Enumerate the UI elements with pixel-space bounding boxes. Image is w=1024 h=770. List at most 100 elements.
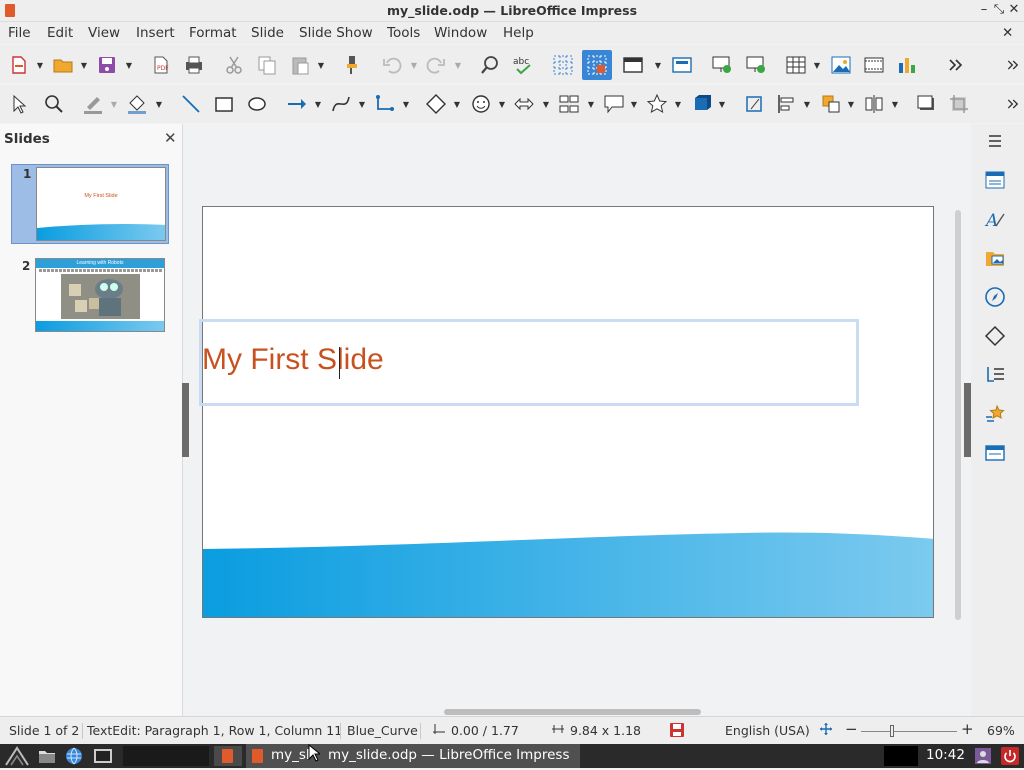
user-icon[interactable] xyxy=(974,747,992,769)
line-color-dropdown-icon[interactable]: ▼ xyxy=(110,91,118,117)
curves-dropdown-icon[interactable]: ▼ xyxy=(358,91,366,117)
horizontal-scrollbar[interactable] xyxy=(444,709,701,715)
save-icon[interactable] xyxy=(94,52,120,78)
distribute-dropdown-icon[interactable]: ▼ xyxy=(891,91,899,117)
align-objects-icon[interactable] xyxy=(774,91,800,117)
shapes-icon[interactable] xyxy=(983,324,1007,348)
start-from-first-icon[interactable] xyxy=(709,52,735,78)
zoom-slider-thumb[interactable] xyxy=(890,725,894,737)
open-dropdown-icon[interactable]: ▼ xyxy=(80,52,88,78)
display-views-icon[interactable] xyxy=(618,52,648,78)
insert-table-icon[interactable] xyxy=(783,52,809,78)
connectors-dropdown-icon[interactable]: ▼ xyxy=(402,91,410,117)
animation-icon[interactable] xyxy=(983,402,1007,426)
menu-help[interactable]: Help xyxy=(503,25,534,41)
sidebar-collapse-handle[interactable] xyxy=(964,383,971,457)
slides-panel-collapse-handle[interactable] xyxy=(182,383,189,457)
menu-format[interactable]: Format xyxy=(189,25,237,41)
flowchart-icon[interactable] xyxy=(556,91,582,117)
slide-1-canvas[interactable] xyxy=(202,206,934,618)
lines-arrows-dropdown-icon[interactable]: ▼ xyxy=(314,91,322,117)
arrange-icon[interactable] xyxy=(818,91,844,117)
start-menu-icon[interactable] xyxy=(4,746,30,770)
toolbar-overflow-icon[interactable] xyxy=(942,52,968,78)
export-pdf-icon[interactable]: PDF xyxy=(148,52,174,78)
master-slides-icon[interactable] xyxy=(983,441,1007,465)
terminal-icon[interactable] xyxy=(93,748,113,768)
file-manager-icon[interactable] xyxy=(38,748,56,768)
star-shapes-icon[interactable] xyxy=(644,91,670,117)
arrow-line-icon[interactable] xyxy=(284,91,310,117)
align-dropdown-icon[interactable]: ▼ xyxy=(803,91,811,117)
power-icon[interactable] xyxy=(1001,747,1019,769)
slides-panel-close-button[interactable]: ✕ xyxy=(164,129,177,147)
open-folder-icon[interactable] xyxy=(50,52,76,78)
distribute-icon[interactable] xyxy=(861,91,887,117)
redo-icon[interactable] xyxy=(423,52,449,78)
slide-title-text[interactable]: My First Slide xyxy=(202,343,384,377)
menu-tools[interactable]: Tools xyxy=(387,25,420,41)
impress-taskbar-icon[interactable] xyxy=(214,746,242,766)
clone-formatting-icon[interactable] xyxy=(339,52,365,78)
helplines-icon[interactable] xyxy=(582,50,612,80)
zoom-in-button[interactable]: + xyxy=(961,720,974,738)
active-task-button[interactable]: my_sl my_slide.odp — LibreOffice Impress xyxy=(246,744,580,768)
insert-media-icon[interactable] xyxy=(861,52,887,78)
transformations-icon[interactable] xyxy=(741,91,767,117)
menu-slide-show[interactable]: Slide Show xyxy=(299,25,373,41)
cut-icon[interactable] xyxy=(221,52,247,78)
menu-insert[interactable]: Insert xyxy=(136,25,175,41)
menu-view[interactable]: View xyxy=(88,25,120,41)
menu-file[interactable]: File xyxy=(8,25,31,41)
line-tool-icon[interactable] xyxy=(178,91,204,117)
start-from-current-icon[interactable] xyxy=(743,52,769,78)
document-modified-icon[interactable] xyxy=(669,722,685,741)
drawing-overflow-icon[interactable] xyxy=(1005,91,1023,117)
callout-shapes-icon[interactable] xyxy=(601,91,627,117)
flowchart-dropdown-icon[interactable]: ▼ xyxy=(587,91,595,117)
stars-dropdown-icon[interactable]: ▼ xyxy=(674,91,682,117)
crop-image-icon[interactable] xyxy=(946,91,972,117)
connector-icon[interactable] xyxy=(372,91,398,117)
workspace-switcher[interactable] xyxy=(123,746,209,766)
properties-icon[interactable] xyxy=(983,168,1007,192)
new-dropdown-icon[interactable]: ▼ xyxy=(36,52,44,78)
save-dropdown-icon[interactable]: ▼ xyxy=(125,52,133,78)
3d-objects-dropdown-icon[interactable]: ▼ xyxy=(718,91,726,117)
display-views-dropdown-icon[interactable]: ▼ xyxy=(654,52,662,78)
symbol-shapes-dropdown-icon[interactable]: ▼ xyxy=(498,91,506,117)
callout-dropdown-icon[interactable]: ▼ xyxy=(630,91,638,117)
zoom-pan-icon[interactable] xyxy=(40,91,66,117)
paste-icon[interactable] xyxy=(287,52,313,78)
navigator-icon[interactable] xyxy=(983,285,1007,309)
paste-dropdown-icon[interactable]: ▼ xyxy=(317,52,325,78)
shadow-icon[interactable] xyxy=(913,91,939,117)
undo-icon[interactable] xyxy=(379,52,405,78)
vertical-scrollbar[interactable] xyxy=(955,210,961,620)
ellipse-tool-icon[interactable] xyxy=(244,91,270,117)
slide-thumbnail-1[interactable]: 1 My First Slide xyxy=(11,164,169,244)
menu-window[interactable]: Window xyxy=(434,25,487,41)
basic-shapes-dropdown-icon[interactable]: ▼ xyxy=(453,91,461,117)
fill-color-icon[interactable] xyxy=(124,91,150,117)
status-master-slide[interactable]: Blue_Curve xyxy=(347,723,418,738)
find-replace-icon[interactable] xyxy=(477,52,503,78)
master-slide-icon[interactable] xyxy=(669,52,695,78)
arrange-dropdown-icon[interactable]: ▼ xyxy=(847,91,855,117)
rectangle-tool-icon[interactable] xyxy=(211,91,237,117)
sidebar-menu-icon[interactable] xyxy=(983,129,1007,153)
status-language[interactable]: English (USA) xyxy=(725,723,810,738)
select-icon[interactable] xyxy=(6,91,32,117)
menu-edit[interactable]: Edit xyxy=(47,25,73,41)
maximize-button[interactable]: ⤡ xyxy=(992,2,1006,17)
zoom-slider-track[interactable] xyxy=(861,731,957,732)
status-zoom-percent[interactable]: 69% xyxy=(987,723,1015,738)
slide-thumbnail-2[interactable]: 2 Learning with Robots xyxy=(11,255,169,335)
symbol-shapes-icon[interactable] xyxy=(468,91,494,117)
browser-icon[interactable] xyxy=(64,747,84,769)
insert-image-icon[interactable] xyxy=(828,52,854,78)
gallery-icon[interactable] xyxy=(983,246,1007,270)
copy-icon[interactable] xyxy=(254,52,280,78)
block-arrows-dropdown-icon[interactable]: ▼ xyxy=(542,91,550,117)
curve-tool-icon[interactable] xyxy=(328,91,354,117)
